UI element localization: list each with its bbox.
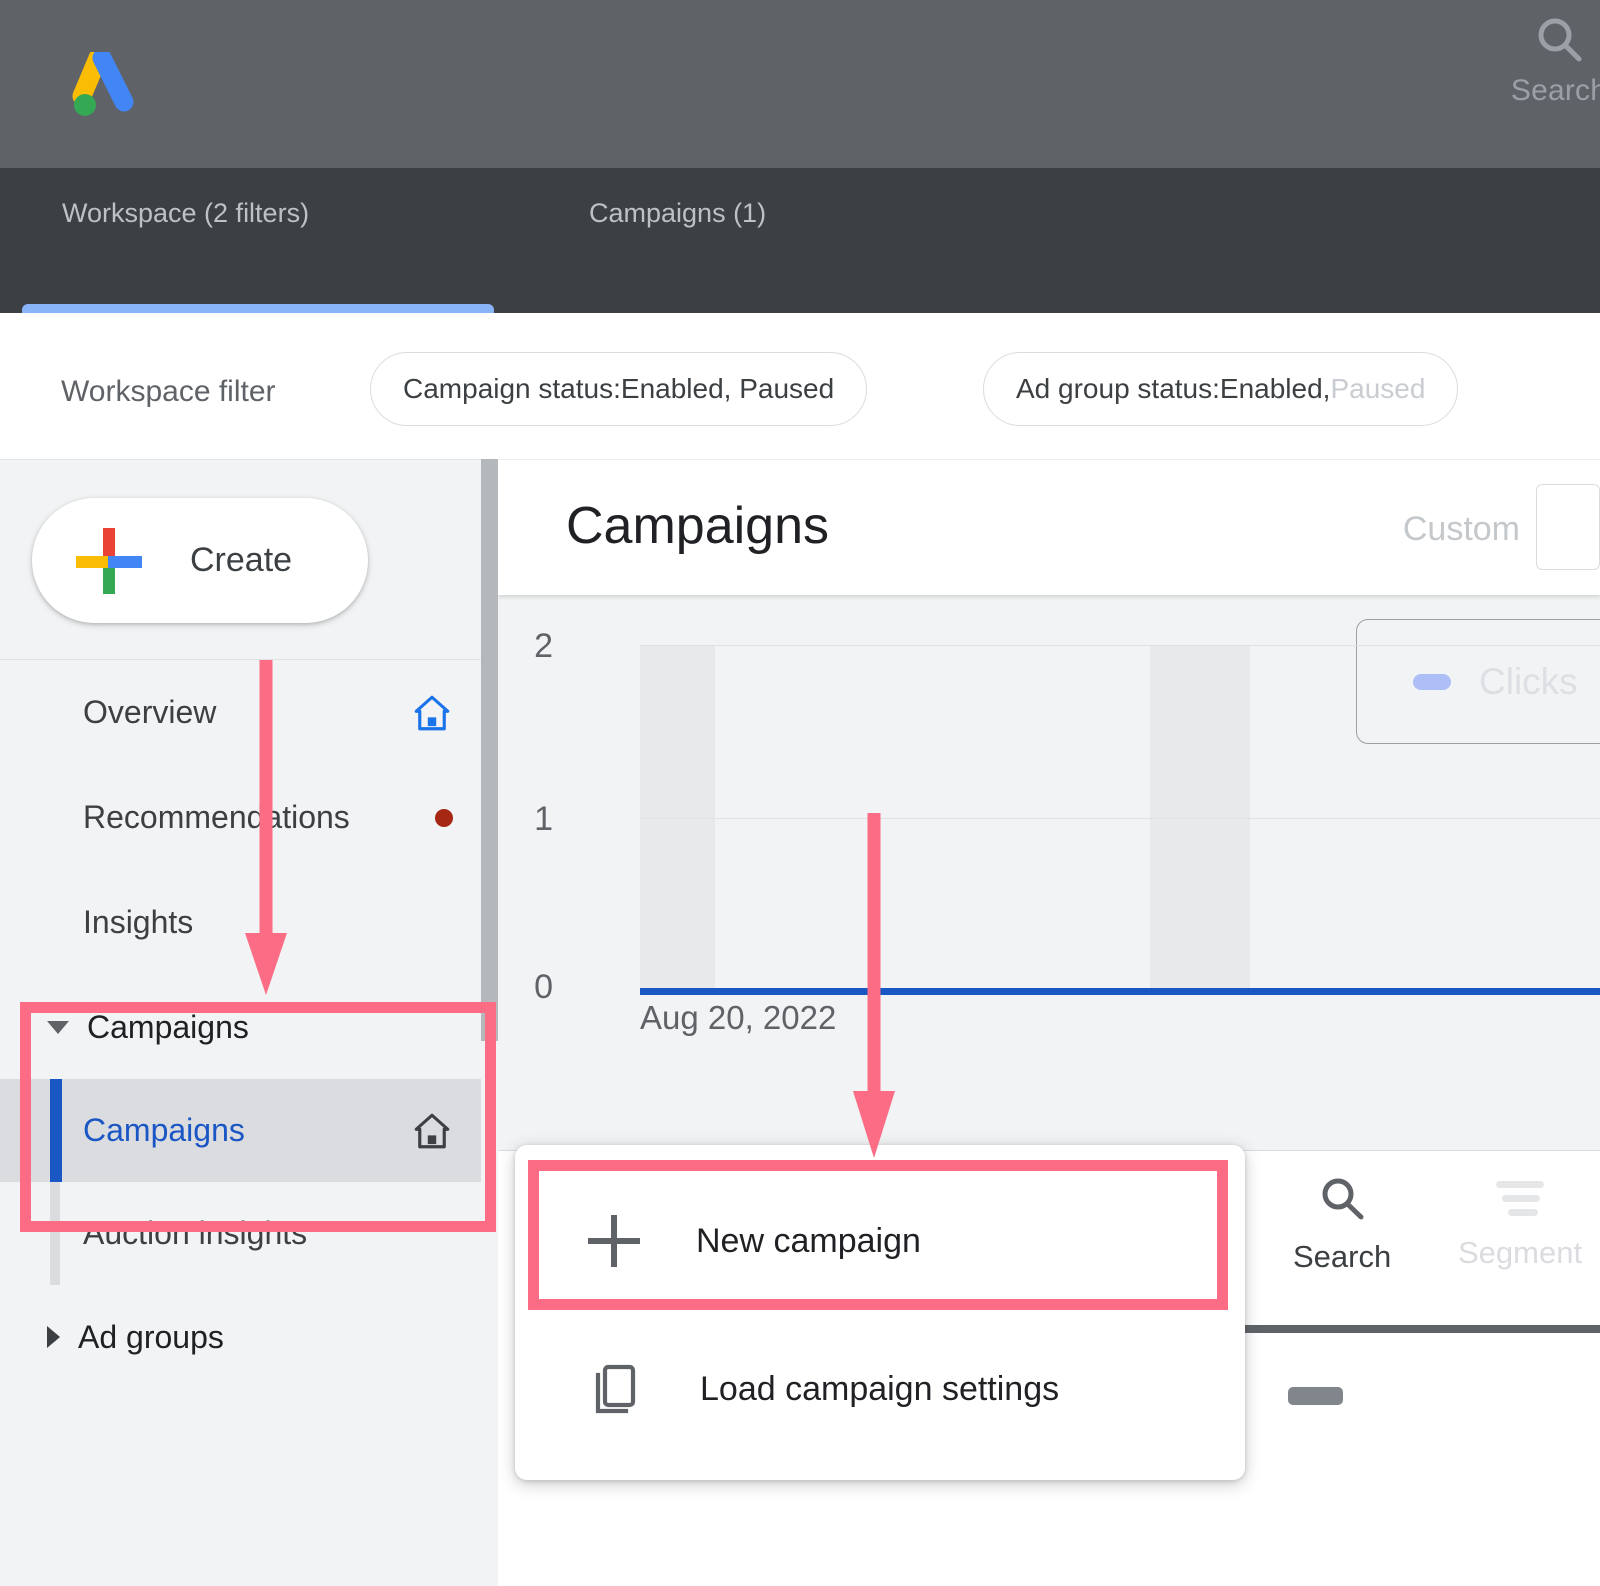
- top-search-label: Search: [1510, 74, 1600, 107]
- sidebar-scrollbar-thumb[interactable]: [481, 459, 498, 1041]
- chip-campaign-status-value: Enabled, Paused: [620, 373, 835, 404]
- top-search-button[interactable]: Search: [1484, 12, 1600, 108]
- home-icon: [414, 1113, 450, 1148]
- top-app-bar: Search: [0, 0, 1600, 168]
- create-section: Create: [0, 460, 481, 660]
- chart-xtick-start: Aug 20, 2022: [640, 999, 837, 1036]
- left-sidebar: Create Overview Recommendations Insights…: [0, 459, 481, 1586]
- google-ads-logo[interactable]: [72, 48, 146, 120]
- sidebar-item-campaigns-label: Campaigns: [83, 1112, 245, 1148]
- menu-item-new-campaign[interactable]: New campaign: [515, 1167, 1245, 1315]
- page-title: Campaigns: [566, 497, 830, 555]
- sidebar-group-campaigns-label: Campaigns: [87, 1008, 249, 1045]
- table-segment-button[interactable]: Segment: [1458, 1173, 1582, 1271]
- breadcrumb-bar: Workspace (2 filters) All campaigns Camp…: [0, 168, 1600, 1586]
- sidebar-group-ad-groups-label: Ad groups: [78, 1318, 224, 1355]
- active-indicator-bar: [50, 1079, 62, 1182]
- breadcrumb-campaign[interactable]: Campaigns (1) Select a campaign: [589, 194, 1600, 1586]
- plus-icon: [588, 1215, 640, 1267]
- google-ads-screen: Search Workspace (2 filters) All campaig…: [0, 0, 1600, 1586]
- sidebar-item-campaigns[interactable]: Campaigns: [0, 1079, 481, 1182]
- filter-chip-campaign-status[interactable]: Campaign status: Enabled, Paused: [370, 352, 868, 426]
- table-search-label: Search: [1293, 1239, 1392, 1274]
- create-button[interactable]: Create: [32, 498, 368, 623]
- chart-gridline: [640, 645, 1600, 646]
- breadcrumb-workspace-sub: Workspace (2 filters): [62, 198, 310, 228]
- chevron-right-icon: [47, 1326, 60, 1348]
- table-search-button[interactable]: Search: [1293, 1173, 1391, 1275]
- copy-icon: [595, 1364, 636, 1414]
- chart-ytick-0: 0: [534, 968, 553, 1006]
- menu-item-new-campaign-label: New campaign: [696, 1221, 921, 1260]
- chip-campaign-status-prefix: Campaign status:: [403, 373, 621, 404]
- google-plus-icon: [76, 527, 142, 594]
- menu-item-load-campaign-settings-label: Load campaign settings: [700, 1369, 1060, 1408]
- search-icon: [1322, 1178, 1364, 1220]
- menu-item-load-campaign-settings[interactable]: Load campaign settings: [515, 1315, 1245, 1463]
- chip-adgroup-status-dim: Paused: [1330, 373, 1426, 404]
- breadcrumb-workspace[interactable]: Workspace (2 filters) All campaigns: [62, 194, 1600, 1586]
- create-button-label: Create: [190, 541, 293, 579]
- page-header: Campaigns Custom: [498, 460, 1600, 595]
- date-range-label[interactable]: Custom: [1403, 510, 1520, 549]
- workspace-filter-label: Workspace filter: [61, 375, 276, 408]
- filter-chip-adgroup-status[interactable]: Ad group status: Enabled, Paused: [983, 352, 1459, 426]
- home-icon-blue: [414, 695, 450, 730]
- annotation-arrow-menu: [853, 813, 895, 1158]
- date-range-control[interactable]: [1536, 484, 1600, 570]
- table-segment-label: Segment: [1458, 1235, 1583, 1270]
- search-icon: [1538, 18, 1582, 62]
- sidebar-item-auction-insights[interactable]: Auction insights: [0, 1182, 481, 1285]
- table-cell-placeholder: [1288, 1387, 1343, 1405]
- breadcrumb-campaign-sub: Campaigns (1): [589, 198, 767, 228]
- recommendations-badge-dot: [435, 808, 453, 827]
- chip-adgroup-status-value: Enabled,: [1219, 373, 1331, 404]
- chip-adgroup-status-prefix: Ad group status:: [1016, 373, 1220, 404]
- chart-ytick-1: 1: [534, 800, 553, 838]
- chart-gridline: [640, 818, 1600, 819]
- sidebar-item-overview-label: Overview: [83, 694, 217, 730]
- segment-icon: [1496, 1173, 1545, 1221]
- chart-ytick-2: 2: [534, 627, 553, 665]
- create-campaign-menu: New campaign Load campaign settings: [515, 1145, 1245, 1480]
- annotation-arrow-sidebar: [245, 660, 287, 995]
- clicks-chart: 2 1 0 Aug 20, 2022: [498, 595, 1600, 1150]
- sidebar-group-ad-groups[interactable]: Ad groups: [0, 1285, 481, 1389]
- chevron-down-icon: [47, 1020, 69, 1034]
- sidebar-item-insights-label: Insights: [83, 904, 194, 940]
- chart-series-clicks-line: [640, 988, 1600, 995]
- sidebar-item-auction-insights-label: Auction insights: [83, 1215, 308, 1251]
